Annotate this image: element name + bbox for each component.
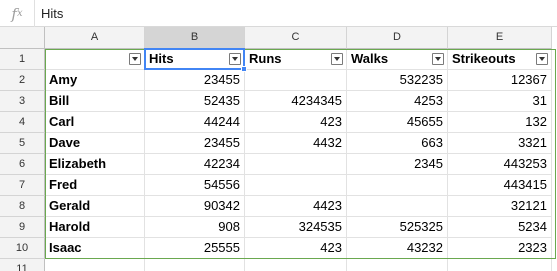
table-cell[interactable]: 4234345 xyxy=(245,91,347,112)
table-cell[interactable]: 54556 xyxy=(145,175,245,196)
table-cell[interactable]: 31 xyxy=(448,91,552,112)
header-cell[interactable]: Strikeouts xyxy=(448,49,552,70)
header-cell[interactable] xyxy=(45,49,145,70)
table-cell[interactable]: 423 xyxy=(245,238,347,259)
header-cell[interactable]: Runs xyxy=(245,49,347,70)
table-cell[interactable]: 3321 xyxy=(448,133,552,154)
table-cell[interactable]: Isaac xyxy=(45,238,145,259)
table-cell[interactable] xyxy=(347,196,448,217)
table-cell[interactable] xyxy=(347,259,448,271)
table-cell[interactable]: Fred xyxy=(45,175,145,196)
table-cell[interactable]: Amy xyxy=(45,70,145,91)
table-cell[interactable]: 443253 xyxy=(448,154,552,175)
table-cell[interactable]: 324535 xyxy=(245,217,347,238)
table-cell[interactable]: 4432 xyxy=(245,133,347,154)
row-header-11[interactable]: 11 xyxy=(0,259,45,271)
row-header-10[interactable]: 10 xyxy=(0,238,45,259)
table-cell[interactable]: 32121 xyxy=(448,196,552,217)
fx-sub: x xyxy=(16,8,23,19)
header-cell[interactable]: Hits xyxy=(145,49,245,70)
table-cell[interactable]: Gerald xyxy=(45,196,145,217)
column-header-d[interactable]: D xyxy=(347,27,448,49)
table-cell[interactable]: 23455 xyxy=(145,133,245,154)
table-cell[interactable] xyxy=(347,175,448,196)
table-cell[interactable]: 12367 xyxy=(448,70,552,91)
row-header-1[interactable]: 1 xyxy=(0,49,45,70)
table-cell[interactable]: 443415 xyxy=(448,175,552,196)
row-header-3[interactable]: 3 xyxy=(0,91,45,112)
column-header-a[interactable]: A xyxy=(45,27,145,49)
table-cell[interactable]: 132 xyxy=(448,112,552,133)
table-cell[interactable]: 908 xyxy=(145,217,245,238)
table-cell[interactable] xyxy=(45,259,145,271)
column-header-b[interactable]: B xyxy=(145,27,245,49)
header-cell[interactable]: Walks xyxy=(347,49,448,70)
table-cell[interactable]: Dave xyxy=(45,133,145,154)
filter-dropdown-icon[interactable] xyxy=(129,53,141,65)
table-cell[interactable]: 532235 xyxy=(347,70,448,91)
table-cell[interactable]: Carl xyxy=(45,112,145,133)
row-header-2[interactable]: 2 xyxy=(0,70,45,91)
spreadsheet: fx Hits A B C D E 1 Hits Runs Walks Strikeouts 2 Am… xyxy=(0,0,557,271)
table-cell[interactable]: 23455 xyxy=(145,70,245,91)
row-header-9[interactable]: 9 xyxy=(0,217,45,238)
table-cell[interactable]: 423 xyxy=(245,112,347,133)
table-cell[interactable] xyxy=(245,175,347,196)
table-cell[interactable]: 4423 xyxy=(245,196,347,217)
table-cell[interactable]: 2345 xyxy=(347,154,448,175)
table-cell[interactable]: 525325 xyxy=(347,217,448,238)
select-all-corner[interactable] xyxy=(0,27,45,49)
table-cell[interactable]: 663 xyxy=(347,133,448,154)
function-icon: fx xyxy=(0,0,35,27)
table-cell[interactable]: 43232 xyxy=(347,238,448,259)
formula-bar: fx Hits xyxy=(0,0,557,27)
row-header-8[interactable]: 8 xyxy=(0,196,45,217)
table-cell[interactable]: 42234 xyxy=(145,154,245,175)
column-header-c[interactable]: C xyxy=(245,27,347,49)
cell-grid: A B C D E 1 Hits Runs Walks Strikeouts 2 Amy 23455 53… xyxy=(0,27,557,271)
table-cell[interactable] xyxy=(245,70,347,91)
filter-dropdown-icon[interactable] xyxy=(536,53,548,65)
table-cell[interactable]: 44244 xyxy=(145,112,245,133)
table-cell[interactable] xyxy=(245,154,347,175)
table-cell[interactable] xyxy=(145,259,245,271)
filter-dropdown-icon[interactable] xyxy=(432,53,444,65)
table-cell[interactable]: Bill xyxy=(45,91,145,112)
table-cell[interactable]: 45655 xyxy=(347,112,448,133)
table-cell[interactable] xyxy=(245,259,347,271)
row-header-6[interactable]: 6 xyxy=(0,154,45,175)
table-cell[interactable]: 2323 xyxy=(448,238,552,259)
table-cell[interactable]: 90342 xyxy=(145,196,245,217)
table-cell[interactable]: 5234 xyxy=(448,217,552,238)
row-header-7[interactable]: 7 xyxy=(0,175,45,196)
table-cell[interactable]: Harold xyxy=(45,217,145,238)
table-cell[interactable]: 4253 xyxy=(347,91,448,112)
table-cell[interactable]: 52435 xyxy=(145,91,245,112)
row-header-5[interactable]: 5 xyxy=(0,133,45,154)
fill-handle[interactable] xyxy=(241,66,247,72)
filter-dropdown-icon[interactable] xyxy=(331,53,343,65)
table-cell[interactable]: Elizabeth xyxy=(45,154,145,175)
row-header-4[interactable]: 4 xyxy=(0,112,45,133)
formula-input[interactable]: Hits xyxy=(41,0,63,27)
table-cell[interactable]: 25555 xyxy=(145,238,245,259)
table-cell[interactable] xyxy=(448,259,552,271)
filter-dropdown-icon[interactable] xyxy=(229,53,241,65)
column-header-e[interactable]: E xyxy=(448,27,552,49)
